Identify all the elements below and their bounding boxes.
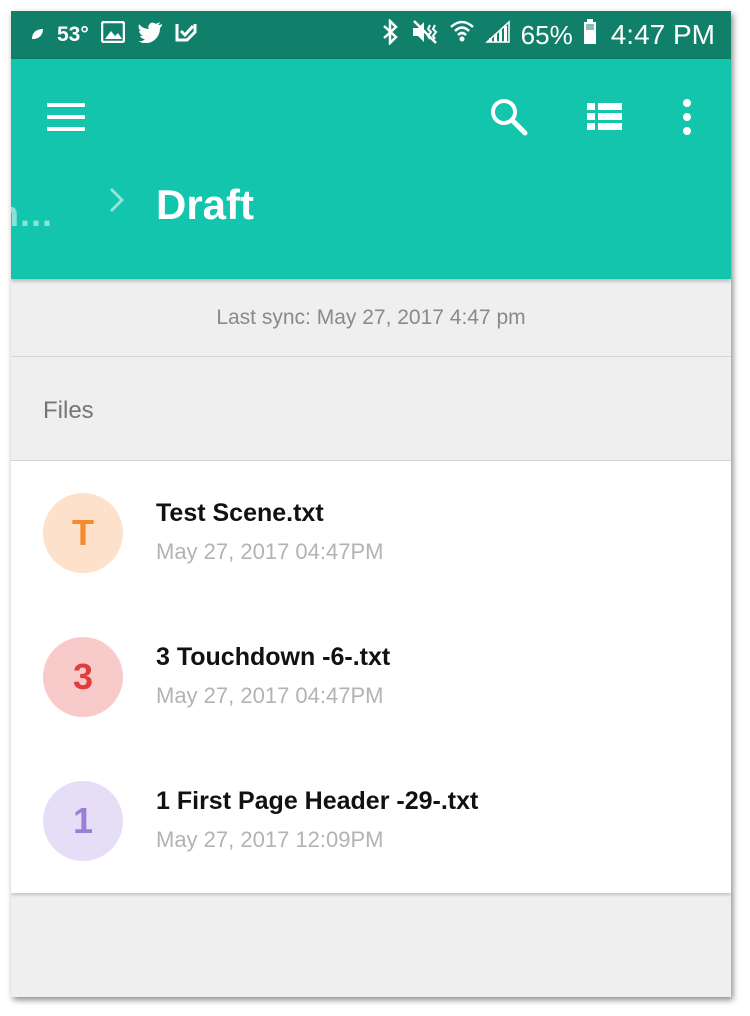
image-icon [100, 20, 126, 49]
file-avatar: 1 [43, 781, 123, 861]
search-icon[interactable] [487, 95, 531, 139]
clock: 4:47 PM [610, 19, 715, 50]
twitter-icon [137, 21, 163, 49]
file-list-item[interactable]: T Test Scene.txt May 27, 2017 04:47PM [11, 461, 731, 605]
mute-vibrate-icon [411, 19, 439, 51]
breadcrumb-previous[interactable]: n... [11, 193, 53, 235]
page-title: Draft [156, 181, 255, 228]
signal-icon [484, 20, 511, 50]
file-list-item[interactable]: 3 3 Touchdown -6-.txt May 27, 2017 04:47… [11, 605, 731, 749]
file-name: 3 Touchdown -6-.txt [156, 643, 391, 671]
more-options-icon[interactable] [675, 95, 699, 139]
file-list: T Test Scene.txt May 27, 2017 04:47PM 3 … [11, 461, 731, 893]
phone-screen: 53° 65% 4:47 PM ... Draft Last sync: May… [11, 11, 731, 997]
battery-percent: 65% [520, 19, 573, 50]
file-date: May 27, 2017 04:47PM [156, 683, 384, 708]
files-section-header: Files [11, 357, 731, 461]
checklist-icon [175, 21, 197, 49]
chevron-right-icon [105, 185, 129, 215]
file-date: May 27, 2017 12:09PM [156, 827, 384, 852]
file-avatar: 3 [43, 637, 123, 717]
last-sync-text: Last sync: May 27, 2017 4:47 pm [216, 305, 526, 329]
file-list-item[interactable]: 1 1 First Page Header -29-.txt May 27, 2… [11, 749, 731, 893]
temperature: 53° [57, 23, 89, 46]
hamburger-menu-icon[interactable] [47, 101, 87, 133]
battery-icon [583, 19, 597, 51]
file-date: May 27, 2017 04:47PM [156, 539, 384, 564]
bluetooth-icon [379, 17, 401, 51]
wifi-icon [449, 19, 475, 51]
app-bar: n... Draft [11, 59, 731, 279]
status-bar: 53° 65% 4:47 PM [11, 11, 731, 59]
file-name: Test Scene.txt [156, 499, 324, 527]
file-name: 1 First Page Header -29-.txt [156, 787, 479, 815]
files-header-label: Files [43, 397, 94, 424]
list-view-icon[interactable] [585, 99, 625, 135]
weather-leaf-icon [29, 22, 45, 48]
last-sync-banner: Last sync: May 27, 2017 4:47 pm [11, 279, 731, 357]
file-avatar: T [43, 493, 123, 573]
